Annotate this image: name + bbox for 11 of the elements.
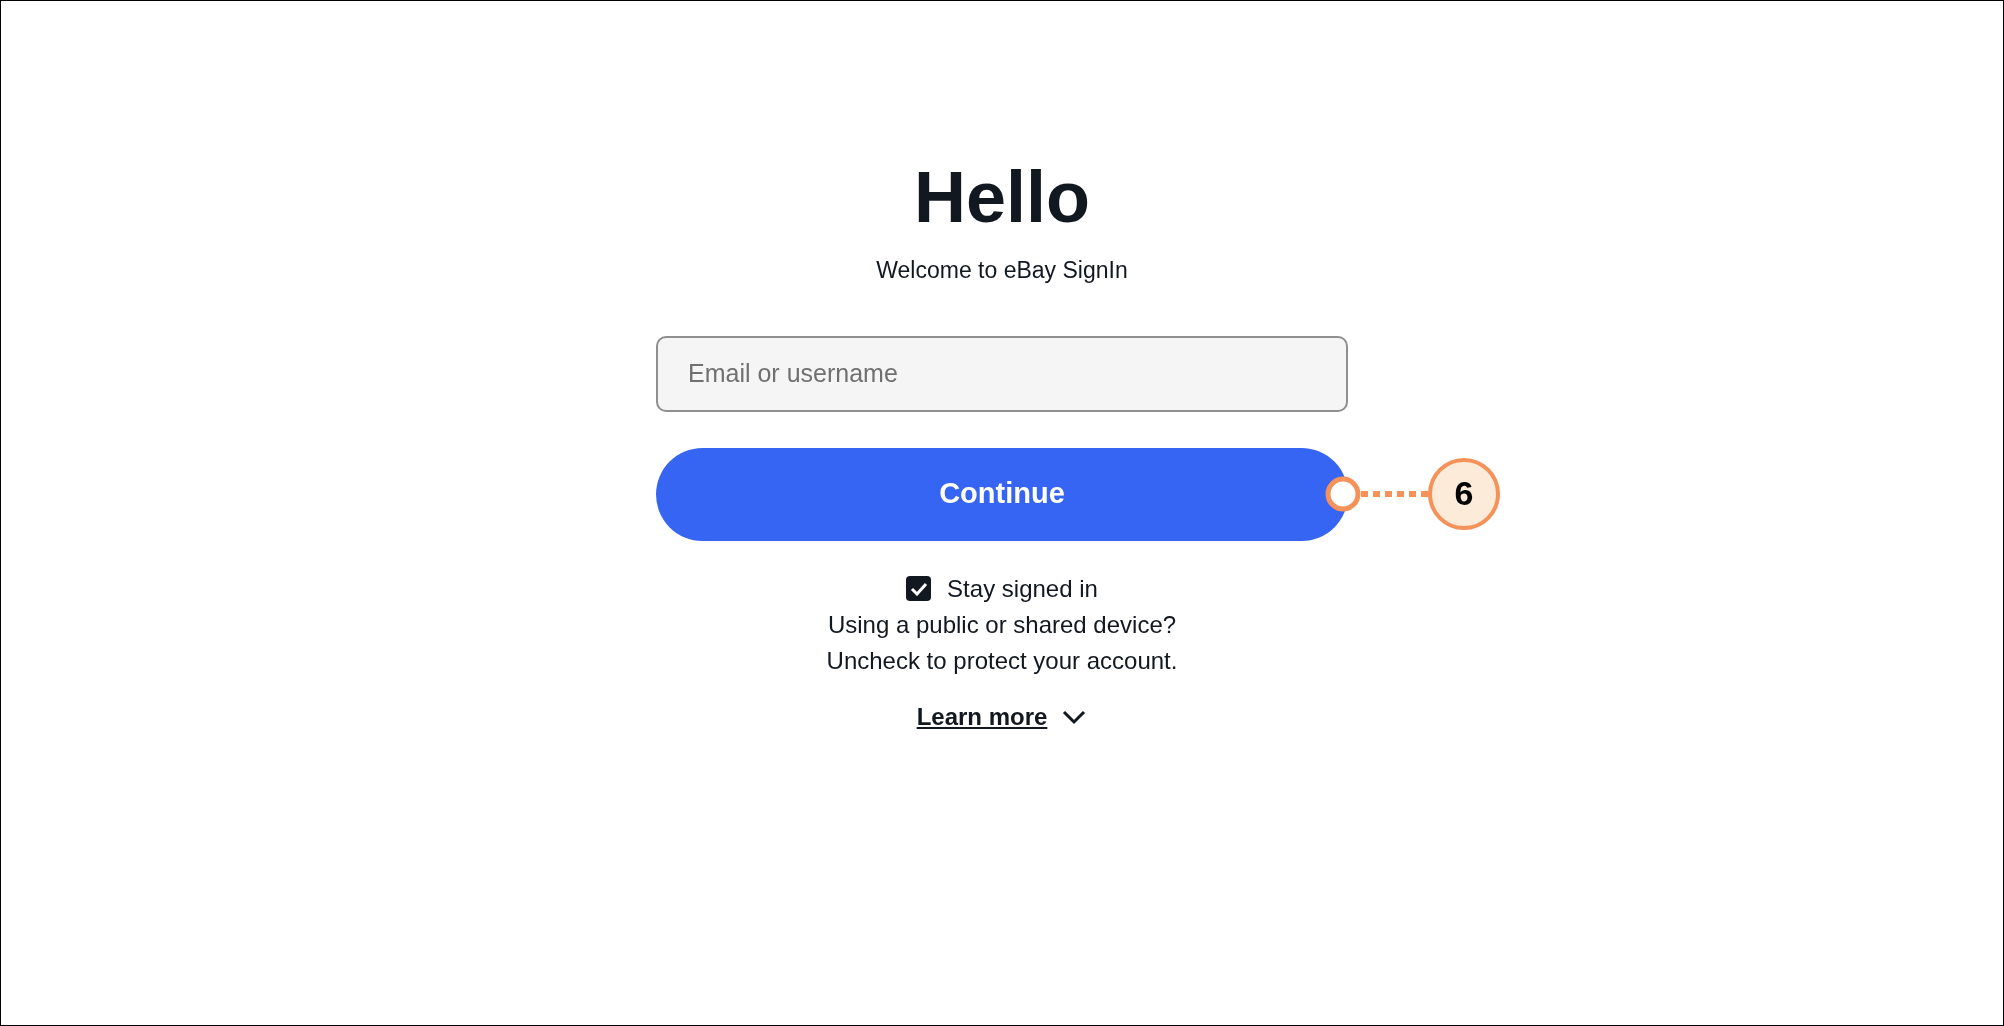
stay-signed-in-checkbox[interactable] [906,576,932,601]
page-heading: Hello [914,161,1090,233]
learn-more-link[interactable]: Learn more [916,698,1048,735]
email-field[interactable]: Email or username [656,335,1348,412]
welcome-subtitle: Welcome to eBay SignIn [876,256,1128,285]
checkmark-icon [909,581,928,596]
stay-signed-in-label: Stay signed in [947,573,1098,604]
callout-badge: 6 [1428,457,1500,530]
account-notice: Using a public or shared device? [827,609,1177,640]
chevron-down-icon[interactable] [1061,708,1088,725]
account-notice: Uncheck to protect your account. [826,645,1178,676]
